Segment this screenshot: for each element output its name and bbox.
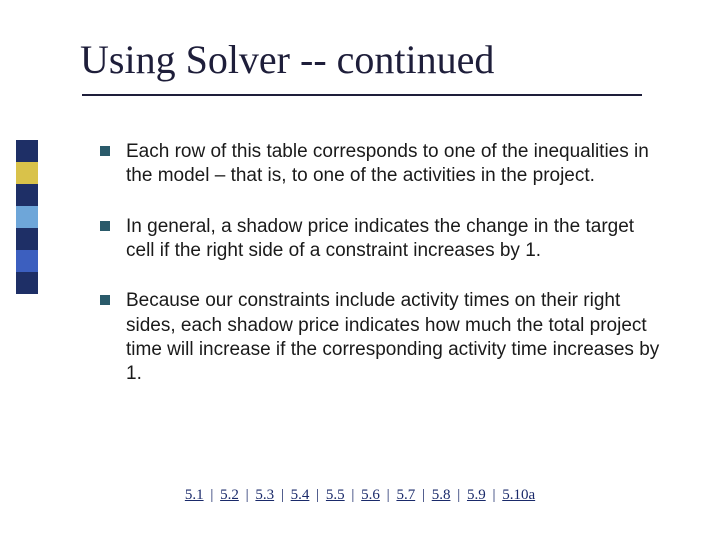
bullet-item: In general, a shadow price indicates the… (100, 215, 660, 264)
slide: Using Solver -- continued Each row of th… (0, 0, 720, 540)
footer-link[interactable]: 5.4 (291, 487, 310, 503)
footer-link[interactable]: 5.5 (326, 487, 345, 503)
footer-link[interactable]: 5.2 (220, 487, 239, 503)
footer-separator: | (316, 487, 319, 503)
square-bullet-icon (100, 146, 110, 156)
footer-separator: | (351, 487, 354, 503)
bullet-item: Each row of this table corresponds to on… (100, 140, 660, 189)
decorative-sidebar (16, 140, 38, 294)
deco-square (16, 140, 38, 162)
deco-square (16, 206, 38, 228)
slide-title: Using Solver -- continued (80, 36, 494, 83)
footer-link[interactable]: 5.10a (502, 487, 535, 503)
footer-link[interactable]: 5.1 (185, 487, 204, 503)
footer-separator: | (457, 487, 460, 503)
footer-separator: | (210, 487, 213, 503)
title-underline (82, 94, 642, 96)
footer-link[interactable]: 5.6 (361, 487, 380, 503)
square-bullet-icon (100, 295, 110, 305)
deco-square (16, 162, 38, 184)
bullet-text: In general, a shadow price indicates the… (126, 215, 660, 264)
deco-square (16, 184, 38, 206)
square-bullet-icon (100, 221, 110, 231)
footer-link[interactable]: 5.7 (396, 487, 415, 503)
deco-square (16, 228, 38, 250)
body-text: Each row of this table corresponds to on… (100, 140, 660, 413)
footer-link[interactable]: 5.8 (432, 487, 451, 503)
bullet-text: Each row of this table corresponds to on… (126, 140, 660, 189)
footer-separator: | (387, 487, 390, 503)
footer-nav-links: 5.1 | 5.2 | 5.3 | 5.4 | 5.5 | 5.6 | 5.7 … (0, 487, 720, 504)
deco-square (16, 272, 38, 294)
footer-link[interactable]: 5.3 (255, 487, 274, 503)
footer-separator: | (281, 487, 284, 503)
footer-link[interactable]: 5.9 (467, 487, 486, 503)
footer-separator: | (422, 487, 425, 503)
deco-square (16, 250, 38, 272)
footer-separator: | (246, 487, 249, 503)
footer-separator: | (492, 487, 495, 503)
bullet-text: Because our constraints include activity… (126, 289, 660, 386)
bullet-item: Because our constraints include activity… (100, 289, 660, 386)
